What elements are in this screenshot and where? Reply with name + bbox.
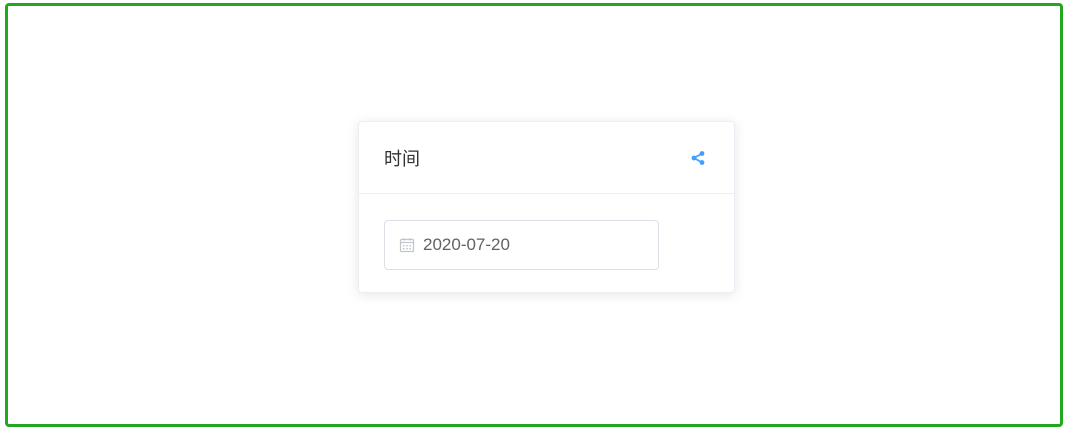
date-picker-input[interactable]: 2020-07-20 xyxy=(384,220,659,270)
card-title: 时间 xyxy=(384,148,420,170)
date-value: 2020-07-20 xyxy=(423,235,510,254)
card-header: 时间 xyxy=(359,122,734,194)
time-card: 时间 2020-07-20 xyxy=(358,121,735,293)
calendar-icon xyxy=(398,236,416,254)
share-button[interactable] xyxy=(688,148,708,168)
outer-frame: 时间 2020-07-20 xyxy=(5,3,1063,427)
share-icon xyxy=(691,150,705,165)
card-body: 2020-07-20 xyxy=(359,194,734,296)
